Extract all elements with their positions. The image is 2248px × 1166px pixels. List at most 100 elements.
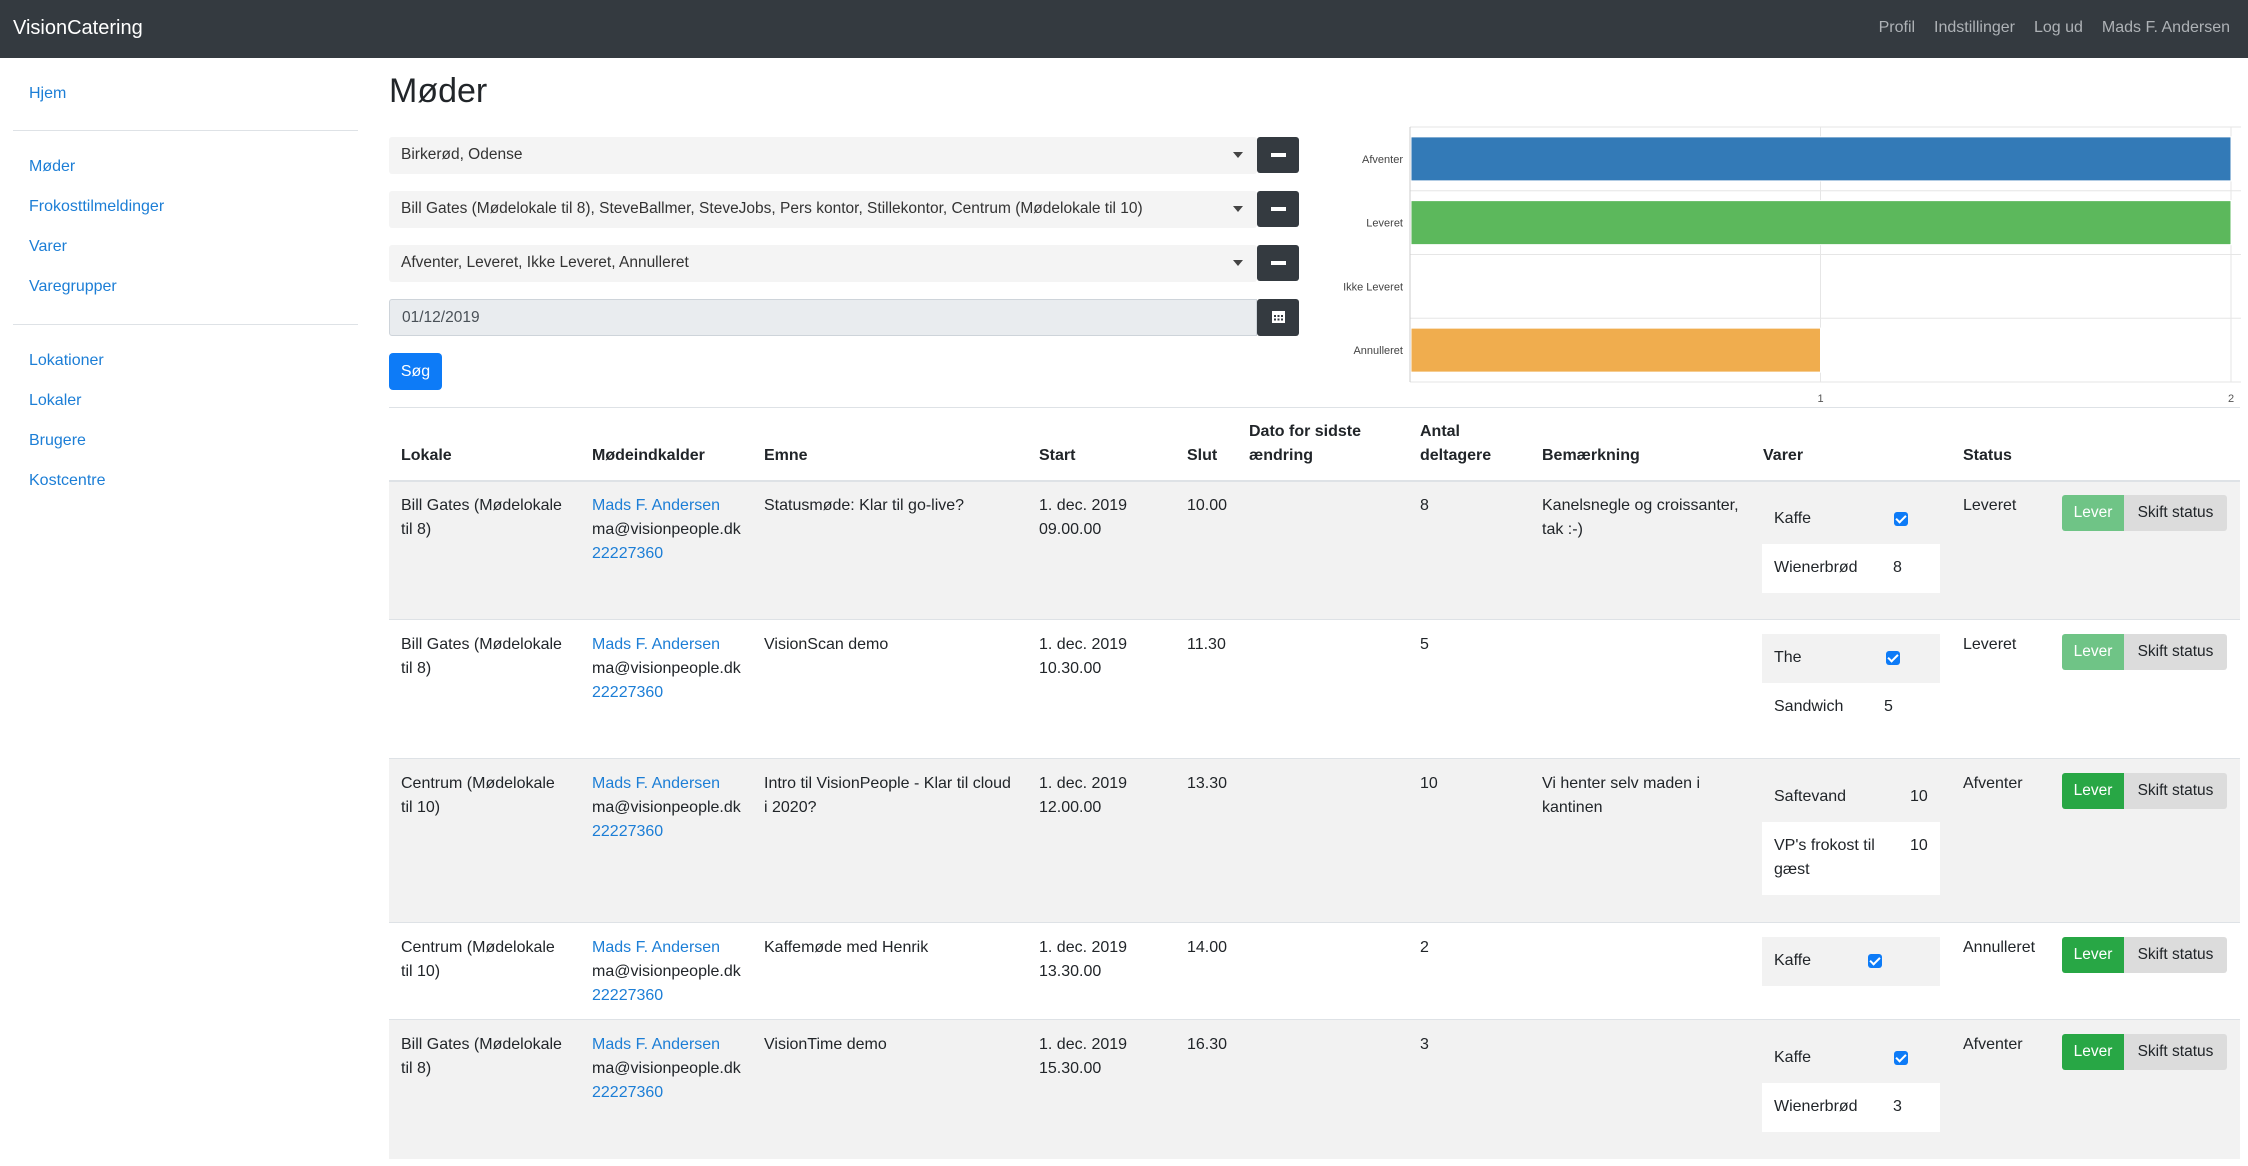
chevron-down-icon [1233,206,1243,212]
lever-button[interactable]: Lever [2062,634,2124,670]
sidebar-item-brugere[interactable]: Brugere [29,432,86,450]
sidebar-item-moder[interactable]: Møder [29,158,75,176]
search-button[interactable]: Søg [389,353,442,390]
cell-emne: VisionTime demo [764,1036,887,1053]
calendar-icon [1272,311,1285,323]
skift-status-button[interactable]: Skift status [2124,495,2227,531]
skift-status-button[interactable]: Skift status [2124,937,2227,973]
organizer-phone-link[interactable]: 22227360 [592,1084,663,1101]
clear-room-button[interactable] [1257,191,1299,227]
cell-modeindkalder: Mads F. Andersen ma@visionpeople.dk 2222… [592,494,741,566]
cell-antal: 5 [1420,636,1429,653]
room-select-value: Bill Gates (Mødelokale til 8), SteveBall… [401,200,1143,217]
skift-status-button[interactable]: Skift status [2124,634,2227,670]
th-slut: Slut [1187,447,1218,464]
organizer-link[interactable]: Mads F. Andersen [592,939,720,956]
list-item: Sandwich 5 [1762,683,1940,732]
clear-location-button[interactable] [1257,137,1299,173]
x-tick-label: 2 [2228,393,2234,405]
status-select-value: Afventer, Leveret, Ikke Leveret, Annulle… [401,254,689,271]
sidebar-item-hjem[interactable]: Hjem [29,85,66,103]
cell-start: 1. dec. 2019 10.30.00 [1039,636,1128,677]
cell-bemaerkning: Kanelsnegle og croissanter, tak :-) [1542,497,1739,538]
list-item: Saftevand 10 [1762,773,1940,822]
brand-logo[interactable]: VisionCatering [13,17,143,40]
clear-status-button[interactable] [1257,245,1299,281]
date-input[interactable]: 01/12/2019 [389,299,1257,336]
calendar-button[interactable] [1257,299,1299,336]
chart-bar [1410,200,2232,246]
chevron-down-icon [1233,152,1243,158]
organizer-phone-link[interactable]: 22227360 [592,684,663,701]
nav-indstillinger[interactable]: Indstillinger [1934,19,2015,37]
organizer-phone-link[interactable]: 22227360 [592,987,663,1004]
organizer-phone-link[interactable]: 22227360 [592,545,663,562]
sidebar-item-varegrupper[interactable]: Varegrupper [29,278,117,296]
cell-emne: VisionScan demo [764,636,889,653]
cell-status: Afventer [1963,775,2023,792]
sidebar-item-varer[interactable]: Varer [29,238,67,256]
skift-status-button[interactable]: Skift status [2124,1034,2227,1070]
list-item: Kaffe [1762,937,1940,986]
cell-antal: 10 [1420,775,1438,792]
th-modeindkalder: Mødeindkalder [592,447,705,464]
cell-modeindkalder: Mads F. Andersen ma@visionpeople.dk 2222… [592,772,741,844]
cell-lokale: Centrum (Mødelokale til 10) [401,775,555,816]
sidebar-item-kostcentre[interactable]: Kostcentre [29,472,105,490]
y-tick-label: Ikke Leveret [1343,281,1403,293]
th-antal-line1: Antal [1420,423,1460,440]
chevron-down-icon [1233,260,1243,266]
organizer-link[interactable]: Mads F. Andersen [592,497,720,514]
cell-bemaerkning: Vi henter selv maden i kantinen [1542,775,1701,816]
nav-user[interactable]: Mads F. Andersen [2102,19,2230,37]
cell-slut: 11.30 [1187,636,1226,653]
sidebar-item-lokaler[interactable]: Lokaler [29,392,81,410]
cell-start: 1. dec. 2019 15.30.00 [1039,1036,1128,1077]
cell-slut: 14.00 [1187,939,1228,956]
x-tick-label: 1 [1817,393,1823,405]
chart-bar [1410,327,1821,373]
cell-antal: 2 [1420,939,1429,956]
page-title: Møder [389,72,488,110]
cell-emne: Statusmøde: Klar til go-live? [764,497,965,514]
organizer-email: ma@visionpeople.dk [592,521,741,538]
lever-button[interactable]: Lever [2062,1034,2124,1070]
organizer-phone-link[interactable]: 22227360 [592,823,663,840]
list-item: Kaffe [1762,495,1940,544]
status-select[interactable]: Afventer, Leveret, Ikke Leveret, Annulle… [389,245,1257,282]
room-select[interactable]: Bill Gates (Mødelokale til 8), SteveBall… [389,191,1257,228]
nav-profil[interactable]: Profil [1879,19,1915,37]
lever-button[interactable]: Lever [2062,495,2124,531]
lever-button[interactable]: Lever [2062,773,2124,809]
th-dato-line2: ændring [1249,447,1313,464]
cell-lokale: Bill Gates (Mødelokale til 8) [401,497,562,538]
checkbox[interactable] [1894,1051,1908,1065]
cell-modeindkalder: Mads F. Andersen ma@visionpeople.dk 2222… [592,633,741,705]
sidebar-divider [13,130,358,131]
organizer-email: ma@visionpeople.dk [592,963,741,980]
table-top-border [389,407,2240,408]
top-navbar: VisionCatering Profil Indstillinger Log … [0,0,2248,58]
organizer-link[interactable]: Mads F. Andersen [592,1036,720,1053]
th-lokale: Lokale [401,447,452,464]
y-tick-label: Afventer [1362,154,1403,166]
cell-start: 1. dec. 2019 12.00.00 [1039,775,1128,816]
organizer-link[interactable]: Mads F. Andersen [592,636,720,653]
sidebar-item-lokationer[interactable]: Lokationer [29,352,104,370]
sidebar-item-frokosttilmeldinger[interactable]: Frokosttilmeldinger [29,198,164,216]
list-item: Wienerbrød 8 [1762,544,1940,593]
cell-start: 1. dec. 2019 13.30.00 [1039,939,1128,980]
list-item: The [1762,634,1940,683]
cell-lokale: Bill Gates (Mødelokale til 8) [401,636,562,677]
lever-button[interactable]: Lever [2062,937,2124,973]
cell-antal: 3 [1420,1036,1429,1053]
location-select[interactable]: Birkerød, Odense [389,137,1257,174]
status-bar-chart: 1 2 Afventer Leveret Ikke Leveret Annulleret [1343,126,2241,405]
minus-icon [1271,261,1286,265]
checkbox[interactable] [1886,651,1900,665]
organizer-link[interactable]: Mads F. Andersen [592,775,720,792]
checkbox[interactable] [1894,512,1908,526]
checkbox[interactable] [1868,954,1882,968]
nav-log-ud[interactable]: Log ud [2034,19,2083,37]
skift-status-button[interactable]: Skift status [2124,773,2227,809]
